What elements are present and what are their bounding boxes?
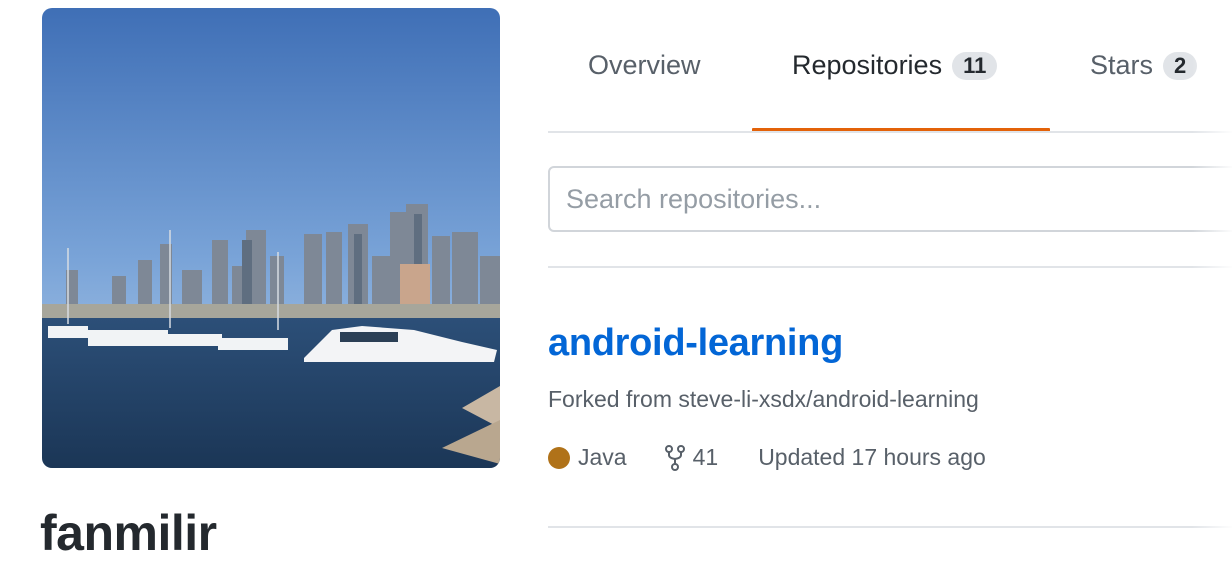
repo-name-link[interactable]: android-learning — [548, 322, 843, 365]
tab-label: Overview — [588, 50, 701, 80]
search-repositories-input[interactable] — [548, 166, 1232, 232]
avatar-image — [42, 8, 500, 468]
language-color-dot — [548, 446, 570, 469]
avatar[interactable] — [42, 8, 500, 468]
tab-label: Stars — [1090, 50, 1154, 80]
repo-forks-link[interactable]: 41 — [664, 444, 719, 471]
list-divider — [548, 526, 1232, 528]
repositories-count-badge: 11 — [952, 51, 998, 80]
tabs-divider — [548, 131, 1232, 133]
tab-stars[interactable]: Stars 2 — [1090, 50, 1198, 81]
repo-forked-icon — [664, 444, 685, 471]
repo-updated: Updated 17 hours ago — [758, 444, 986, 470]
list-divider — [548, 266, 1232, 268]
profile-tabs: Overview Repositories 11 Stars 2 — [548, 0, 1232, 134]
tab-overview[interactable]: Overview — [588, 50, 701, 81]
profile-username: fanmilir — [40, 505, 217, 561]
repo-meta: Java 41 Updated 17 hours ago — [548, 444, 986, 471]
repo-fork-note: Forked from steve-li-xsdx/android-learni… — [548, 386, 979, 412]
repo-forks-count: 41 — [692, 444, 719, 470]
tab-repositories[interactable]: Repositories 11 — [792, 50, 998, 81]
repo-language: Java — [578, 444, 627, 470]
tab-label: Repositories — [792, 50, 943, 80]
stars-count-badge: 2 — [1163, 51, 1198, 80]
